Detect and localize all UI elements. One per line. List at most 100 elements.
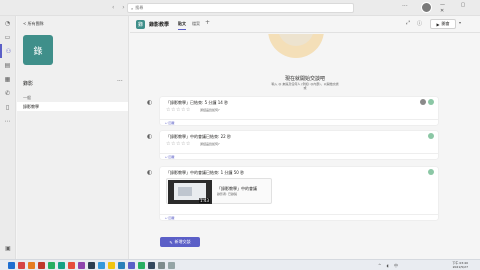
- participant-avatar[interactable]: [428, 133, 434, 139]
- welcome-illustration: [268, 34, 324, 58]
- rail-assignments[interactable]: ▤: [0, 58, 15, 72]
- start-conversation-title: 現在就開始交談吧: [284, 76, 325, 82]
- meeting-post: ◐ 「錄影教學」已結束: 5 分鐘 14 秒 ☆☆☆☆☆ 通話品質如何? ↩ 回…: [147, 97, 438, 125]
- add-tab-button[interactable]: +: [205, 19, 210, 26]
- recording-card[interactable]: 1:43 「錄影教學」中的會議 錄影者: 已錄製: [166, 178, 272, 204]
- taskbar-app-icon[interactable]: [98, 262, 105, 269]
- meet-label: 開會: [441, 21, 450, 26]
- meeting-post-header: 「錄影教學」中的會議已結束: 22 秒: [166, 134, 231, 139]
- participant-avatar[interactable]: [420, 99, 426, 105]
- meeting-ended-icon: ◐: [147, 169, 153, 176]
- close-button[interactable]: ✕: [440, 8, 451, 14]
- clock-date: 2021/5/27: [452, 265, 468, 269]
- taskbar-app-icon[interactable]: [108, 262, 115, 269]
- recording-author: 錄影者: 已錄製: [217, 192, 237, 196]
- search-placeholder: 搜尋: [135, 5, 144, 10]
- back-to-teams-link[interactable]: < 所有團隊: [23, 21, 44, 27]
- tab-posts[interactable]: 貼文: [178, 21, 186, 30]
- rail-more[interactable]: ⋯: [0, 114, 15, 128]
- taskbar-app-icon[interactable]: [148, 262, 155, 269]
- reply-button[interactable]: ↩ 回覆: [160, 214, 438, 220]
- search-icon: ⌕: [131, 5, 134, 11]
- system-tray[interactable]: ^ ◖ 中: [378, 263, 400, 269]
- taskbar-app-icon[interactable]: [8, 262, 15, 269]
- taskbar-app-icon[interactable]: [48, 262, 55, 269]
- search-input[interactable]: ⌕ 搜尋: [127, 3, 354, 13]
- meeting-post: ◐ 「錄影教學」中的會議已結束: 1 分鐘 50 秒 1:43 「錄影教學」中的…: [147, 167, 438, 220]
- taskbar-app-icon[interactable]: [88, 262, 95, 269]
- profile-avatar[interactable]: [421, 2, 432, 13]
- file-icon: ▯: [5, 103, 10, 111]
- call-quality-stars[interactable]: ☆☆☆☆☆: [166, 107, 191, 113]
- tab-files[interactable]: 檔案: [192, 21, 200, 27]
- reply-label: 回覆: [168, 216, 175, 220]
- thumbnail-window: [178, 187, 192, 196]
- illustration-inner: [278, 34, 314, 46]
- taskbar-app-icon[interactable]: [78, 262, 85, 269]
- recording-thumbnail[interactable]: 1:43: [168, 180, 212, 204]
- team-logo: 錄: [23, 35, 53, 65]
- video-camera-icon: ▶: [436, 21, 440, 27]
- meeting-ended-icon: ◐: [147, 133, 153, 140]
- taskbar-app-icon[interactable]: [118, 262, 125, 269]
- rail-calendar[interactable]: ▦: [0, 72, 15, 86]
- channel-recording[interactable]: 錄影教學: [17, 102, 128, 111]
- taskbar-apps: [8, 262, 175, 269]
- meeting-ended-icon: ◐: [147, 99, 153, 106]
- taskbar-app-icon[interactable]: [138, 262, 145, 269]
- rail-activity[interactable]: ◔: [0, 16, 15, 30]
- channel-title: 錄影教學: [149, 22, 170, 28]
- rail-files[interactable]: ▯: [0, 100, 15, 114]
- new-conversation-button[interactable]: ✎ 新增交談: [160, 237, 200, 247]
- new-conversation-label: 新增交談: [174, 239, 191, 244]
- rail-calls[interactable]: ✆: [0, 86, 15, 100]
- app-rail: ◔ ▭ ⚇ ▤ ▦ ✆ ▯ ⋯ ▣ ?: [0, 16, 16, 266]
- taskbar-app-icon[interactable]: [28, 262, 35, 269]
- recording-duration: 1:43: [199, 198, 210, 203]
- phone-icon: ✆: [4, 89, 11, 97]
- compose-icon: ✎: [169, 239, 173, 245]
- meeting-post-header: 「錄影教學」中的會議已結束: 1 分鐘 50 秒: [166, 170, 245, 175]
- taskbar-app-icon[interactable]: [18, 262, 25, 269]
- reply-button[interactable]: ↩ 回覆: [160, 153, 438, 159]
- info-icon[interactable]: ⓘ: [417, 20, 422, 27]
- reply-button[interactable]: ↩ 回覆: [160, 119, 438, 125]
- participant-avatar[interactable]: [428, 99, 434, 105]
- team-name: 錄影: [23, 81, 34, 87]
- rail-teams[interactable]: ⚇: [0, 44, 15, 58]
- rail-chat[interactable]: ▭: [0, 30, 15, 44]
- meeting-post: ◐ 「錄影教學」中的會議已結束: 22 秒 ☆☆☆☆☆ 通話品質如何? ↩ 回覆: [147, 131, 438, 159]
- ellipsis-icon: ⋯: [4, 117, 11, 125]
- posts-area: 現在就開始交談吧 輸入 @ 來提及任何人 (例如: @內部)，以開始交談 或 ◐…: [130, 34, 480, 259]
- participant-avatar[interactable]: [428, 169, 434, 175]
- rail-apps[interactable]: ▣: [0, 241, 16, 255]
- window-controls[interactable]: — ▢ ✕: [440, 2, 480, 14]
- reply-label: 回覆: [168, 121, 175, 125]
- title-bar: ‹ › ⌕ 搜尋 ··· — ▢ ✕: [0, 0, 480, 16]
- expand-icon[interactable]: ⤢: [406, 20, 410, 26]
- channel-logo: 錄: [136, 20, 145, 29]
- team-panel: < 所有團隊 錄 錄影 ··· 一般 錄影教學: [17, 16, 129, 259]
- meeting-post-header: 「錄影教學」已結束: 5 分鐘 14 秒: [166, 100, 229, 105]
- nav-arrows[interactable]: ‹ ›: [112, 4, 128, 11]
- taskbar-app-icon[interactable]: [38, 262, 45, 269]
- team-more-button[interactable]: ···: [117, 78, 123, 85]
- taskbar-clock[interactable]: 下午 03:40 2021/5/27: [438, 261, 468, 269]
- taskbar-app-icon[interactable]: [168, 262, 175, 269]
- call-quality-stars[interactable]: ☆☆☆☆☆: [166, 141, 191, 147]
- taskbar-app-icon[interactable]: [68, 262, 75, 269]
- participants: [420, 99, 434, 105]
- reply-label: 回覆: [168, 155, 175, 159]
- meet-options-chevron[interactable]: ▾: [459, 20, 461, 25]
- maximize-button[interactable]: ▢: [461, 2, 473, 8]
- more-options-button[interactable]: ···: [402, 3, 408, 10]
- taskbar-app-icon[interactable]: [128, 262, 135, 269]
- channel-header: 錄 錄影教學 貼文 檔案 + ⤢ ⓘ ▶ 開會 ▾: [130, 16, 480, 33]
- participants: [428, 169, 434, 175]
- taskbar-app-icon[interactable]: [58, 262, 65, 269]
- taskbar-app-icon[interactable]: [158, 262, 165, 269]
- start-conversation-subtitle: 輸入 @ 來提及任何人 (例如: @內部)，以開始交談 或: [271, 82, 339, 91]
- channel-general[interactable]: 一般: [23, 95, 31, 101]
- meet-button[interactable]: ▶ 開會: [430, 19, 456, 29]
- assignments-icon: ▤: [4, 61, 11, 69]
